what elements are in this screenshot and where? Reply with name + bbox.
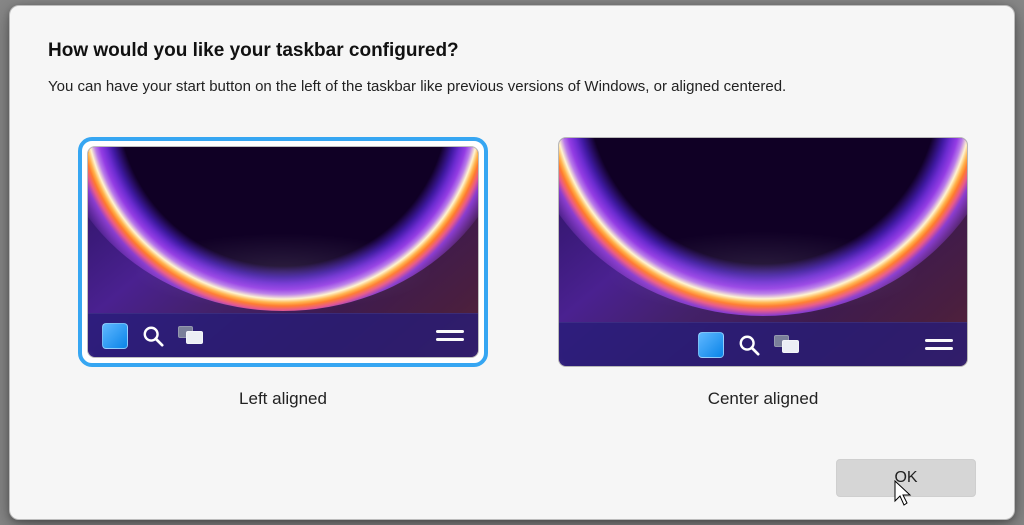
taskbar-config-dialog: How would you like your taskbar configur… (9, 5, 1015, 520)
task-view-icon (178, 326, 204, 346)
search-icon (738, 334, 760, 356)
alignment-options: Left aligned (48, 137, 976, 409)
start-icon (698, 332, 724, 358)
taskbar-preview-center (559, 322, 967, 366)
start-icon (102, 323, 128, 349)
option-left-aligned[interactable]: Left aligned (78, 137, 488, 409)
system-tray-icon (925, 336, 953, 354)
dialog-title: How would you like your taskbar configur… (48, 40, 976, 62)
option-center-label: Center aligned (708, 389, 819, 409)
option-left-thumbnail (78, 137, 488, 367)
dialog-footer: OK (48, 459, 976, 497)
task-view-icon (774, 335, 800, 355)
ok-button[interactable]: OK (836, 459, 976, 497)
option-center-thumbnail (558, 137, 968, 367)
option-center-aligned[interactable]: Center aligned (558, 137, 968, 409)
option-left-label: Left aligned (239, 389, 327, 409)
search-icon (142, 325, 164, 347)
taskbar-preview-left (88, 313, 478, 357)
dialog-subtitle: You can have your start button on the le… (48, 78, 976, 95)
system-tray-icon (436, 327, 464, 345)
